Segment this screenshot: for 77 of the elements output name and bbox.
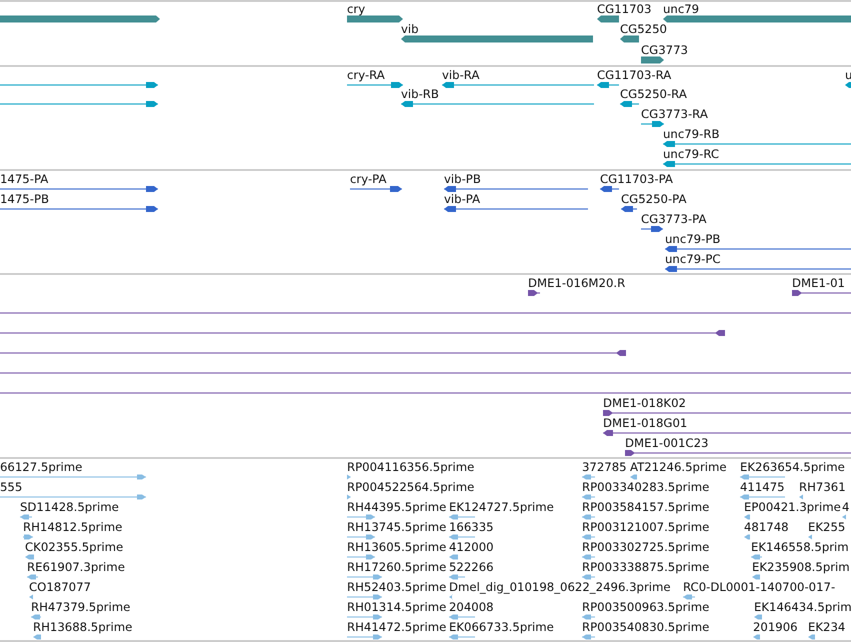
feature-label: DME1-016M20.R [528, 276, 626, 290]
feature-label: unc79-RC [663, 147, 720, 161]
feature-label: vib-RA [442, 68, 480, 82]
feature-label: RP004116356.5prime [347, 460, 474, 474]
feature-label: CK02355.5prime [25, 540, 124, 554]
feature-label: RH47379.5prime [31, 600, 130, 614]
feature-label: unc79-RB [663, 127, 720, 141]
feature-label: DME1-01 [792, 276, 845, 290]
feature-label: RH13605.5prime [347, 540, 446, 554]
feature-label: RH7361 [799, 480, 846, 494]
feature-label: CG5250-RA [620, 87, 687, 101]
feature-label: unc79-PC [665, 252, 721, 266]
feature-label: 1475-PB [0, 192, 50, 206]
feature-label: AT21246.5prime [630, 460, 727, 474]
feature-label: RH13688.5prime [33, 620, 132, 634]
feature-label: cry [347, 2, 366, 16]
feature-label: CG5250 [620, 22, 667, 36]
feature-label: RH14812.5prime [23, 520, 122, 534]
feature-label: DME1-018K02 [603, 396, 686, 410]
feature-label: RE61907.3prime [27, 560, 125, 574]
feature-label: 4 [842, 500, 850, 514]
feature-label: RP003584157.5prime [582, 500, 710, 514]
feature-label: 204008 [449, 600, 494, 614]
feature-label: EK124727.5prime [449, 500, 554, 514]
feature-label: 201906 [753, 620, 798, 634]
feature-label: Dmel_dig_010198_0622_2496.3prime [449, 580, 671, 594]
feature-label: CG3773-RA [641, 107, 708, 121]
feature-label: DME1-018G01 [603, 416, 688, 430]
feature-label: CG5250-PA [621, 192, 686, 206]
feature-label: RH01314.5prime [347, 600, 446, 614]
feature-label: 1475-PA [0, 172, 48, 186]
feature-label: 66127.5prime [0, 460, 82, 474]
feature-label: EK146558.5prim [751, 540, 849, 554]
feature-label: vib-PA [444, 192, 480, 206]
feature-label: vib-PB [444, 172, 481, 186]
feature-label: cry-RA [347, 68, 385, 82]
feature-label: EK066733.5prime [449, 620, 554, 634]
feature-label: unc79 [663, 2, 700, 16]
feature-label: RP003302725.5prime [582, 540, 710, 554]
feature-label: unc79-PB [665, 232, 720, 246]
feature-label: RH41472.5prime [347, 620, 446, 634]
feature-label: EK234 [808, 620, 846, 634]
feature-label: RC0-DL0001-140700-017- [683, 580, 836, 594]
feature-label: 522266 [449, 560, 494, 574]
feature-label: 411475 [740, 480, 785, 494]
feature-label: 372785 [582, 460, 627, 474]
feature-label: RP003540830.5prime [582, 620, 710, 634]
feature-label: DME1-001C23 [625, 436, 708, 450]
feature-label: RH44395.5prime [347, 500, 446, 514]
feature-label: vib [401, 22, 419, 36]
feature-label: 412000 [449, 540, 494, 554]
feature-label: u [845, 68, 851, 82]
feature-label: SD11428.5prime [20, 500, 119, 514]
feature-label: EK235908.5prim [752, 560, 850, 574]
feature-label: RP003340283.5prime [582, 480, 710, 494]
feature-label: RP003500963.5prime [582, 600, 710, 614]
feature-label: 555 [0, 480, 22, 494]
feature-label: cry-PA [350, 172, 386, 186]
feature-label: RH52403.5prime [347, 580, 446, 594]
feature-label: EK146434.5prim [754, 600, 851, 614]
feature-label: RP003121007.5prime [582, 520, 710, 534]
feature-label: RP003338875.5prime [582, 560, 710, 574]
feature-label: CG11703 [597, 2, 652, 16]
feature-label: RH17260.5prime [347, 560, 446, 574]
feature-label: CG11703-RA [597, 68, 672, 82]
feature-label: 166335 [449, 520, 494, 534]
feature-label: RH13745.5prime [347, 520, 446, 534]
feature-label: CG11703-PA [600, 172, 673, 186]
feature-label: vib-RB [401, 87, 439, 101]
feature-label: CG3773-PA [641, 212, 706, 226]
feature-label: RP004522564.5prime [347, 480, 474, 494]
feature-label: CO187077 [29, 580, 91, 594]
feature-label: EK255 [808, 520, 846, 534]
feature-label: CG3773 [641, 43, 688, 57]
feature-label: 481748 [744, 520, 789, 534]
feature-label: EP00421.3prime [744, 500, 841, 514]
feature-label: EK263654.5prime [740, 460, 845, 474]
